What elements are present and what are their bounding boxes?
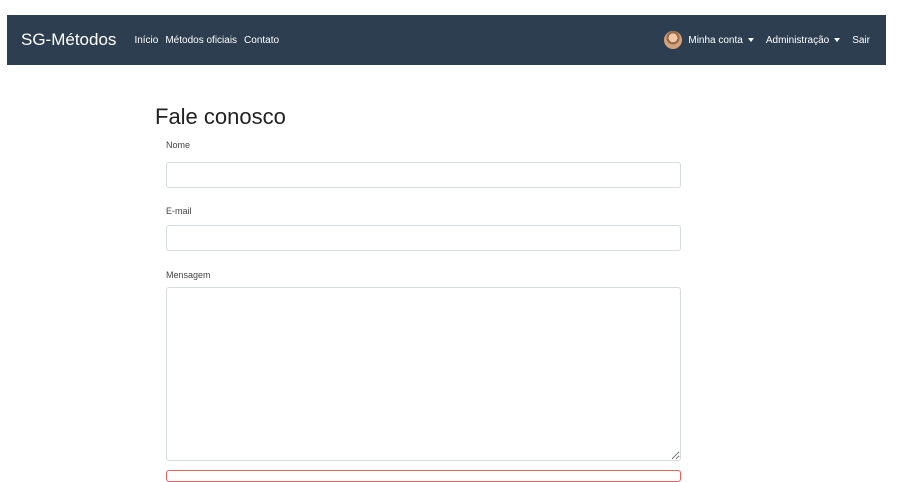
admin-label: Administração bbox=[765, 34, 830, 46]
nav-link-metodos-oficiais[interactable]: Métodos oficiais bbox=[165, 35, 237, 46]
email-input[interactable] bbox=[166, 225, 681, 251]
message-label: Mensagem bbox=[166, 270, 211, 280]
logout-link[interactable]: Sair bbox=[852, 35, 870, 46]
chevron-down-icon bbox=[747, 38, 754, 42]
nav-right: Minha conta Administração Sair bbox=[664, 31, 870, 49]
partially-visible-field[interactable] bbox=[166, 470, 681, 482]
chevron-down-icon bbox=[834, 38, 841, 42]
top-navbar: SG-Métodos Início Métodos oficiais Conta… bbox=[7, 15, 886, 65]
top-strip bbox=[0, 0, 902, 15]
email-label: E-mail bbox=[166, 206, 192, 216]
brand-link[interactable]: SG-Métodos bbox=[21, 30, 116, 50]
account-label: Minha conta bbox=[688, 34, 743, 46]
page-title: Fale conosco bbox=[155, 104, 286, 129]
admin-dropdown[interactable]: Administração bbox=[765, 34, 841, 46]
name-input[interactable] bbox=[166, 162, 681, 188]
nav-links: Início Métodos oficiais Contato bbox=[134, 35, 286, 46]
name-label: Nome bbox=[166, 140, 191, 150]
account-dropdown-toggle[interactable]: Minha conta bbox=[688, 34, 754, 46]
nav-link-contato[interactable]: Contato bbox=[244, 35, 279, 46]
nav-link-inicio[interactable]: Início bbox=[134, 35, 158, 46]
avatar bbox=[664, 31, 683, 49]
message-textarea[interactable] bbox=[166, 287, 681, 461]
account-dropdown[interactable]: Minha conta bbox=[664, 31, 754, 49]
